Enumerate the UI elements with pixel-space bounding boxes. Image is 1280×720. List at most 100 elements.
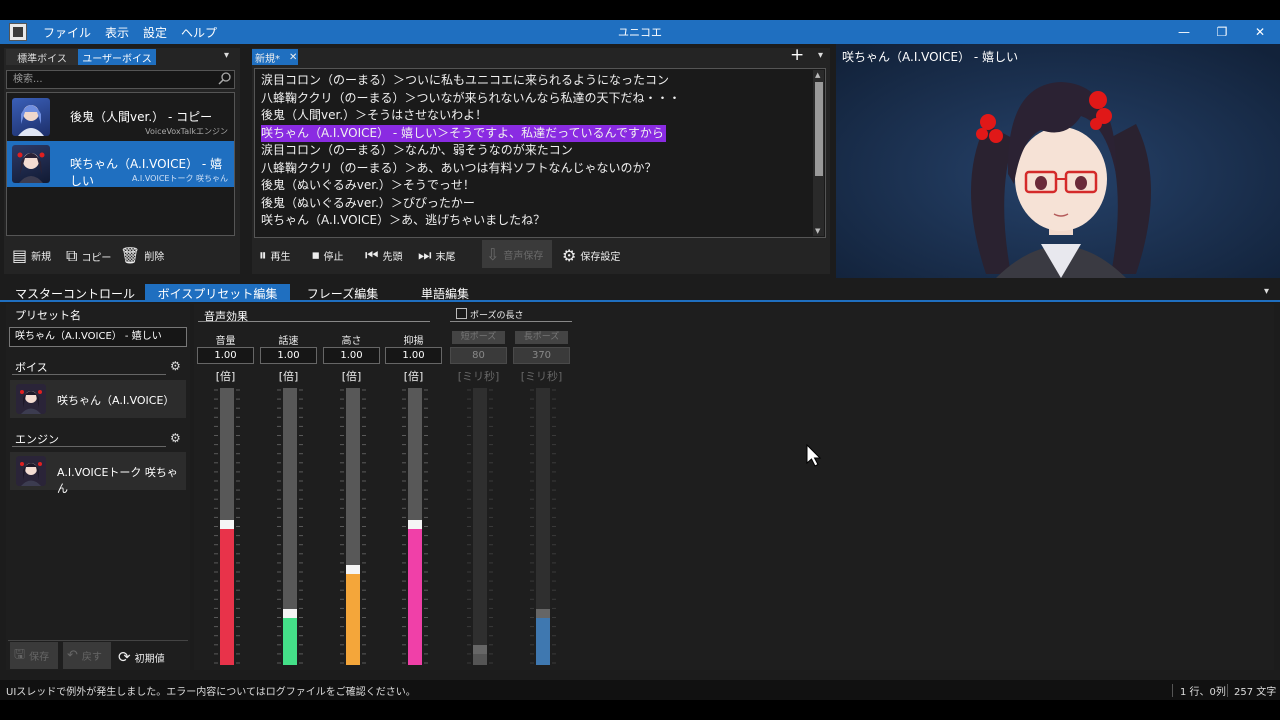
- engine-settings-gear-icon[interactable]: ⚙: [170, 431, 181, 445]
- voice-panel-menu-icon[interactable]: ▾: [224, 50, 229, 61]
- slider-label: 話速: [278, 336, 299, 347]
- delete-voice-label: 削除: [144, 252, 165, 263]
- slider-track[interactable]: [473, 388, 487, 665]
- character-portrait: [836, 44, 1280, 278]
- script-line: 涙目コロン（のーまる）＞なんか、弱そうなのが来たコン: [261, 143, 573, 157]
- save-settings-button[interactable]: ⚙ 保存設定: [562, 246, 620, 265]
- slider-thumb[interactable]: [346, 565, 360, 574]
- slider-thumb[interactable]: [536, 609, 550, 618]
- slider-value-input[interactable]: 1.00: [197, 347, 254, 364]
- slider-value-input[interactable]: 1.00: [385, 347, 442, 364]
- editor-menu-icon[interactable]: ▾: [818, 50, 823, 61]
- close-button[interactable]: ✕: [1241, 20, 1279, 44]
- slider-fill: [346, 574, 360, 665]
- restore-button[interactable]: ❐: [1203, 20, 1241, 44]
- go-end-label: 末尾: [435, 251, 456, 263]
- copy-voice-button[interactable]: ⧉ コピー: [66, 246, 111, 266]
- play-button[interactable]: ⏸ 再生: [259, 246, 291, 264]
- status-separator: [1227, 684, 1228, 697]
- voice-avatar: [12, 98, 50, 136]
- character-image-panel: [836, 44, 1280, 278]
- script-line-highlighted: 咲ちゃん（A.I.VOICE） - 嬉しい＞そうですよ、私達だっているんですから: [261, 124, 666, 142]
- preset-voice-entry[interactable]: 咲ちゃん（A.I.VOICE）: [10, 380, 186, 418]
- tab-user-voice[interactable]: ユーザーボイス: [78, 49, 156, 65]
- preset-revert-button[interactable]: ↶ 戻す: [63, 642, 111, 669]
- slider-thumb[interactable]: [408, 520, 422, 529]
- title-bar: ファイル 表示 設定 ヘルプ ユニコエ — ❐ ✕: [0, 20, 1280, 44]
- preset-engine-name: A.I.VOICEトーク 咲ちゃん: [57, 466, 178, 495]
- gear-icon: ⚙: [562, 246, 577, 265]
- new-voice-button[interactable]: ▤ 新規: [12, 246, 51, 265]
- slider-fill: [220, 529, 234, 665]
- delete-voice-button[interactable]: 🗑 削除: [120, 246, 164, 265]
- slider-thumb[interactable]: [283, 609, 297, 618]
- go-start-button[interactable]: ⏮ 先頭: [365, 246, 403, 264]
- slider-thumb[interactable]: [220, 520, 234, 529]
- tab-document[interactable]: 新規* ✕: [252, 49, 298, 65]
- script-line: 咲ちゃん（A.I.VOICE）＞あ、逃げちゃいましたね？: [261, 213, 546, 227]
- scroll-up-icon[interactable]: ▲: [815, 71, 820, 79]
- search-input[interactable]: 検索...: [6, 70, 235, 89]
- menu-help[interactable]: ヘルプ: [181, 24, 217, 41]
- divider: [198, 321, 430, 322]
- preset-name-input[interactable]: 咲ちゃん（A.I.VOICE） - 嬉しい: [9, 327, 187, 347]
- search-icon[interactable]: [218, 71, 232, 85]
- script-line: 後鬼（人間ver.）＞そうはさせないわよ！: [261, 108, 488, 122]
- script-editor[interactable]: 涙目コロン（のーまる）＞ついに私もユニコエに来られるようになったコン 八蜂鞠クク…: [254, 68, 826, 238]
- divider: [12, 446, 166, 447]
- voice-item[interactable]: 後鬼（人間ver.） - コピー VoiceVoxTalkエンジン: [7, 94, 234, 140]
- menu-view[interactable]: 表示: [105, 24, 129, 41]
- slider-unit: [倍]: [403, 370, 424, 383]
- copy-voice-label: コピー: [81, 252, 112, 264]
- scrollbar-thumb[interactable]: [815, 82, 823, 176]
- engine-heading: エンジン: [15, 433, 59, 446]
- stop-button[interactable]: ⏹ 停止: [312, 246, 344, 264]
- status-message: UIスレッドで例外が発生しました。エラー内容についてはログファイルをご確認くださ…: [6, 686, 416, 698]
- slider-label: 抑揚: [403, 336, 424, 347]
- close-tab-icon[interactable]: ✕: [289, 52, 297, 63]
- slider-label: 長ポーズ: [515, 331, 568, 344]
- slider-value-input[interactable]: 370: [513, 347, 570, 364]
- refresh-icon: ⟳: [118, 648, 131, 666]
- divider: [12, 374, 166, 375]
- tab-standard-voice[interactable]: 標準ボイス: [6, 49, 78, 65]
- slider-value-input[interactable]: 1.00: [323, 347, 380, 364]
- minimize-button[interactable]: —: [1165, 20, 1203, 44]
- preset-save-label: 保存: [29, 652, 50, 663]
- slider-label: 音量: [215, 336, 236, 347]
- lower-panel-menu-icon[interactable]: ▾: [1264, 286, 1269, 297]
- voice-item-selected[interactable]: 咲ちゃん（A.I.VOICE） - 嬉しい A.I.VOICEトーク 咲ちゃん: [7, 141, 234, 188]
- go-end-button[interactable]: ⏭ 末尾: [418, 246, 456, 264]
- preset-name-heading: プリセット名: [15, 309, 81, 322]
- tab-master-control[interactable]: マスターコントロール: [10, 284, 140, 302]
- voice-settings-gear-icon[interactable]: ⚙: [170, 359, 181, 373]
- tab-word-edit[interactable]: 単語編集: [395, 284, 495, 302]
- menu-file[interactable]: ファイル: [43, 24, 91, 41]
- preset-reset-button[interactable]: ⟳ 初期値: [118, 648, 165, 666]
- tab-phrase-edit[interactable]: フレーズ編集: [295, 284, 390, 302]
- slider-unit: [倍]: [341, 370, 362, 383]
- engine-avatar: [16, 456, 46, 486]
- preset-voice-name: 咲ちゃん（A.I.VOICE）: [57, 394, 175, 407]
- skip-forward-icon: ⏭: [418, 246, 432, 264]
- divider: [450, 321, 572, 322]
- preset-save-button[interactable]: 🖫 保存: [10, 642, 58, 669]
- scroll-down-icon[interactable]: ▼: [815, 227, 820, 235]
- menu-settings[interactable]: 設定: [143, 24, 167, 41]
- save-audio-button[interactable]: ⇩ 音声保存: [482, 240, 552, 268]
- undo-icon: ↶: [67, 648, 78, 663]
- preset-engine-entry[interactable]: A.I.VOICEトーク 咲ちゃん: [10, 452, 186, 495]
- slider-thumb[interactable]: [473, 645, 487, 654]
- slider-value-input[interactable]: 80: [450, 347, 507, 364]
- tab-voice-preset-edit[interactable]: ボイスプリセット編集: [145, 284, 290, 302]
- lower-tab-bar: マスターコントロール ボイスプリセット編集 フレーズ編集 単語編集 ▾: [0, 284, 1280, 302]
- voice-heading: ボイス: [15, 361, 48, 374]
- slider-value-input[interactable]: 1.00: [260, 347, 317, 364]
- pause-length-checkbox[interactable]: [456, 308, 467, 319]
- preset-reset-label: 初期値: [134, 653, 165, 665]
- slider-fill: [473, 654, 487, 665]
- pause-length-label: ポーズの長さ: [470, 311, 524, 321]
- add-tab-icon[interactable]: +: [790, 45, 804, 65]
- slider-unit: [ミリ秒]: [520, 370, 563, 383]
- slider-label: 高さ: [341, 336, 362, 347]
